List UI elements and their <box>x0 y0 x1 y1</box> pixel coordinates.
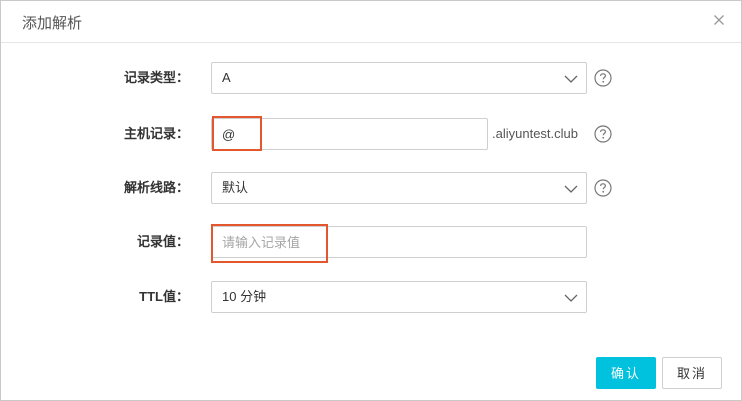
add-record-dialog: 添加解析 记录类型： A 主机记录： .aliyunte <box>0 0 742 401</box>
chevron-down-icon <box>564 182 578 194</box>
record-value-label: 记录值： <box>136 234 189 249</box>
confirm-button[interactable]: 确认 <box>596 357 656 389</box>
record-type-select[interactable]: A <box>211 62 587 94</box>
record-value-row: 记录值： <box>1 226 741 258</box>
help-icon[interactable] <box>594 125 612 143</box>
ttl-select[interactable]: 10 分钟 <box>211 281 587 313</box>
ttl-value: 10 分钟 <box>222 289 267 304</box>
resolution-line-label: 解析线路： <box>123 180 189 195</box>
ttl-row: TTL值： 10 分钟 <box>1 281 741 313</box>
record-value-field[interactable] <box>211 226 587 258</box>
chevron-down-icon <box>564 72 578 84</box>
dialog-title: 添加解析 <box>22 15 83 32</box>
close-icon[interactable] <box>711 12 727 28</box>
resolution-line-row: 解析线路： 默认 <box>1 172 741 204</box>
host-record-input[interactable] <box>212 119 487 149</box>
help-icon[interactable] <box>594 69 612 87</box>
resolution-line-value: 默认 <box>222 180 249 195</box>
dialog-header: 添加解析 <box>1 1 741 43</box>
help-icon[interactable] <box>594 179 612 197</box>
host-record-field[interactable] <box>211 118 488 150</box>
chevron-down-icon <box>564 291 578 303</box>
cancel-button[interactable]: 取消 <box>662 357 722 389</box>
ttl-label: TTL值： <box>139 289 189 304</box>
host-record-row: 主机记录： .aliyuntest.club <box>1 118 741 150</box>
record-type-value: A <box>222 70 231 85</box>
resolution-line-select[interactable]: 默认 <box>211 172 587 204</box>
host-record-label: 主机记录： <box>123 126 189 141</box>
record-type-row: 记录类型： A <box>1 62 741 94</box>
record-type-label: 记录类型： <box>123 70 189 85</box>
domain-suffix: .aliyuntest.club <box>492 126 578 141</box>
record-value-input[interactable] <box>212 227 586 257</box>
